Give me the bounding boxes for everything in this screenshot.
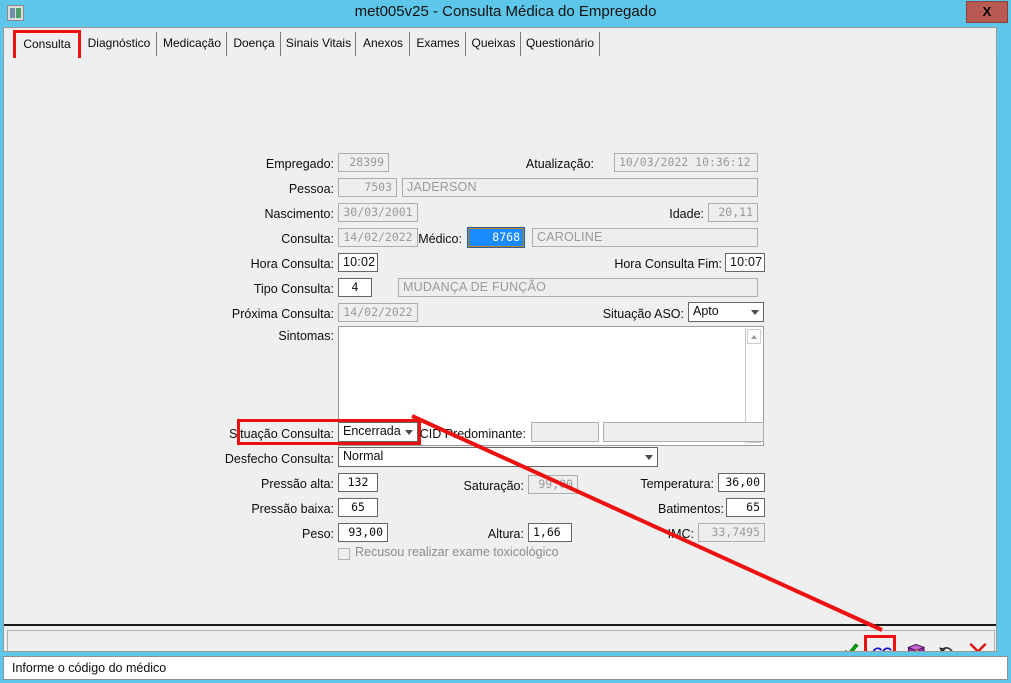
label-temperatura: Temperatura: <box>640 477 714 491</box>
field-temperatura[interactable]: 36,00 <box>718 473 765 492</box>
tab-consulta[interactable]: Consulta <box>15 32 79 56</box>
field-batimentos[interactable]: 65 <box>726 498 765 517</box>
tab-queixas[interactable]: Queixas <box>465 32 522 56</box>
scroll-up-icon[interactable] <box>747 329 761 344</box>
label-batimentos: Batimentos: <box>657 502 724 516</box>
field-pessoa-name: JADERSON <box>402 178 758 197</box>
field-cid-name <box>603 422 764 442</box>
label-situacao-aso: Situação ASO: <box>602 307 684 321</box>
label-atualizacao: Atualização: <box>525 157 594 171</box>
label-altura: Altura: <box>487 527 524 541</box>
undo-arrow-icon[interactable] <box>937 642 957 651</box>
label-peso: Peso: <box>302 527 334 541</box>
book-icon[interactable] <box>906 642 926 651</box>
field-nascimento[interactable]: 30/03/2001 <box>338 203 418 222</box>
chevron-down-icon <box>645 455 653 460</box>
label-empregado: Empregado: <box>265 157 334 171</box>
cgi-text-icon[interactable]: CGi <box>872 642 896 651</box>
select-desfecho-consulta[interactable]: Normal <box>338 447 658 467</box>
tab-questionario[interactable]: Questionário <box>520 32 600 56</box>
command-panel: CGi <box>7 630 995 651</box>
tab-exames[interactable]: Exames <box>409 32 467 56</box>
field-medico-name: CAROLINE <box>532 228 758 247</box>
field-pessoa-code[interactable]: 7503 <box>338 178 397 197</box>
command-toolbar: CGi <box>841 639 988 651</box>
field-pressao-alta[interactable]: 132 <box>338 473 378 492</box>
field-proxima-consulta[interactable]: 14/02/2022 <box>338 303 418 322</box>
label-desfecho-consulta: Desfecho Consulta: <box>224 452 334 466</box>
field-tipo-consulta-name: MUDANÇA DE FUNÇÃO <box>398 278 758 297</box>
tab-medicacao[interactable]: Medicação <box>156 32 228 56</box>
command-panel-separator <box>4 624 996 626</box>
label-pressao-alta: Pressão alta: <box>261 477 334 491</box>
label-hora-consulta-fim: Hora Consulta Fim: <box>614 257 722 271</box>
tab-sinais-vitais[interactable]: Sinais Vitais <box>280 32 357 56</box>
tab-strip: Consulta Diagnóstico Medicação Doença Si… <box>4 30 996 61</box>
label-nascimento: Nascimento: <box>264 207 334 221</box>
field-medico-code[interactable]: 8768 <box>467 227 525 248</box>
label-proxima-consulta: Próxima Consulta: <box>231 307 334 321</box>
label-situacao-consulta: Situação Consulta: <box>229 427 334 441</box>
title-bar: met005v25 - Consulta Médica do Empregado… <box>0 0 1011 27</box>
window-title: met005v25 - Consulta Médica do Empregado <box>354 3 657 20</box>
chevron-down-icon <box>751 310 759 315</box>
label-imc: IMC: <box>667 527 694 541</box>
form-page-consulta: Empregado: 28399 Atualização: 10/03/2022… <box>4 58 996 618</box>
tab-anexos[interactable]: Anexos <box>355 32 411 56</box>
status-bar: Informe o código do médico <box>3 656 1008 680</box>
field-tipo-consulta-code[interactable]: 4 <box>338 278 372 297</box>
field-pressao-baixa[interactable]: 65 <box>338 498 378 517</box>
field-idade: 20,11 <box>708 203 758 222</box>
select-situacao-consulta-value: Encerrada <box>343 424 401 438</box>
label-pessoa: Pessoa: <box>288 182 334 196</box>
field-atualizacao: 10/03/2022 10:36:12 <box>614 153 758 172</box>
window-client-area: Consulta Diagnóstico Medicação Doença Si… <box>3 27 997 652</box>
tab-diagnostico[interactable]: Diagnóstico <box>80 32 158 56</box>
application-window: met005v25 - Consulta Médica do Empregado… <box>0 0 1011 683</box>
field-imc: 33,7495 <box>698 523 765 542</box>
field-peso[interactable]: 93,00 <box>338 523 388 542</box>
close-button[interactable]: X <box>966 1 1008 23</box>
label-tipo-consulta: Tipo Consulta: <box>253 282 334 296</box>
field-cid-code[interactable] <box>531 422 599 442</box>
label-sintomas: Sintomas: <box>278 329 334 343</box>
field-hora-consulta[interactable]: 10:02 <box>338 253 378 272</box>
tab-doenca[interactable]: Doença <box>226 32 282 56</box>
select-desfecho-consulta-value: Normal <box>343 449 384 463</box>
field-hora-consulta-fim[interactable]: 10:07 <box>725 253 765 272</box>
label-pressao-baixa: Pressão baixa: <box>251 502 334 516</box>
label-medico: Médico: <box>418 232 462 246</box>
select-situacao-aso[interactable]: Apto <box>688 302 764 322</box>
select-situacao-aso-value: Apto <box>693 304 719 318</box>
check-icon[interactable] <box>841 642 861 651</box>
label-recusou-toxicologico: Recusou realizar exame toxicológico <box>355 545 559 559</box>
label-hora-consulta: Hora Consulta: <box>250 257 334 271</box>
label-idade: Idade: <box>669 207 704 221</box>
label-consulta-data: Consulta: <box>281 232 334 246</box>
label-saturacao: Saturação: <box>463 479 524 493</box>
checkbox-recusou-toxicologico[interactable] <box>338 548 350 560</box>
close-x-icon[interactable] <box>968 642 988 651</box>
label-cid-predominante: CID Predominante: <box>419 427 526 441</box>
field-altura[interactable]: 1,66 <box>528 523 572 542</box>
field-empregado[interactable]: 28399 <box>338 153 389 172</box>
